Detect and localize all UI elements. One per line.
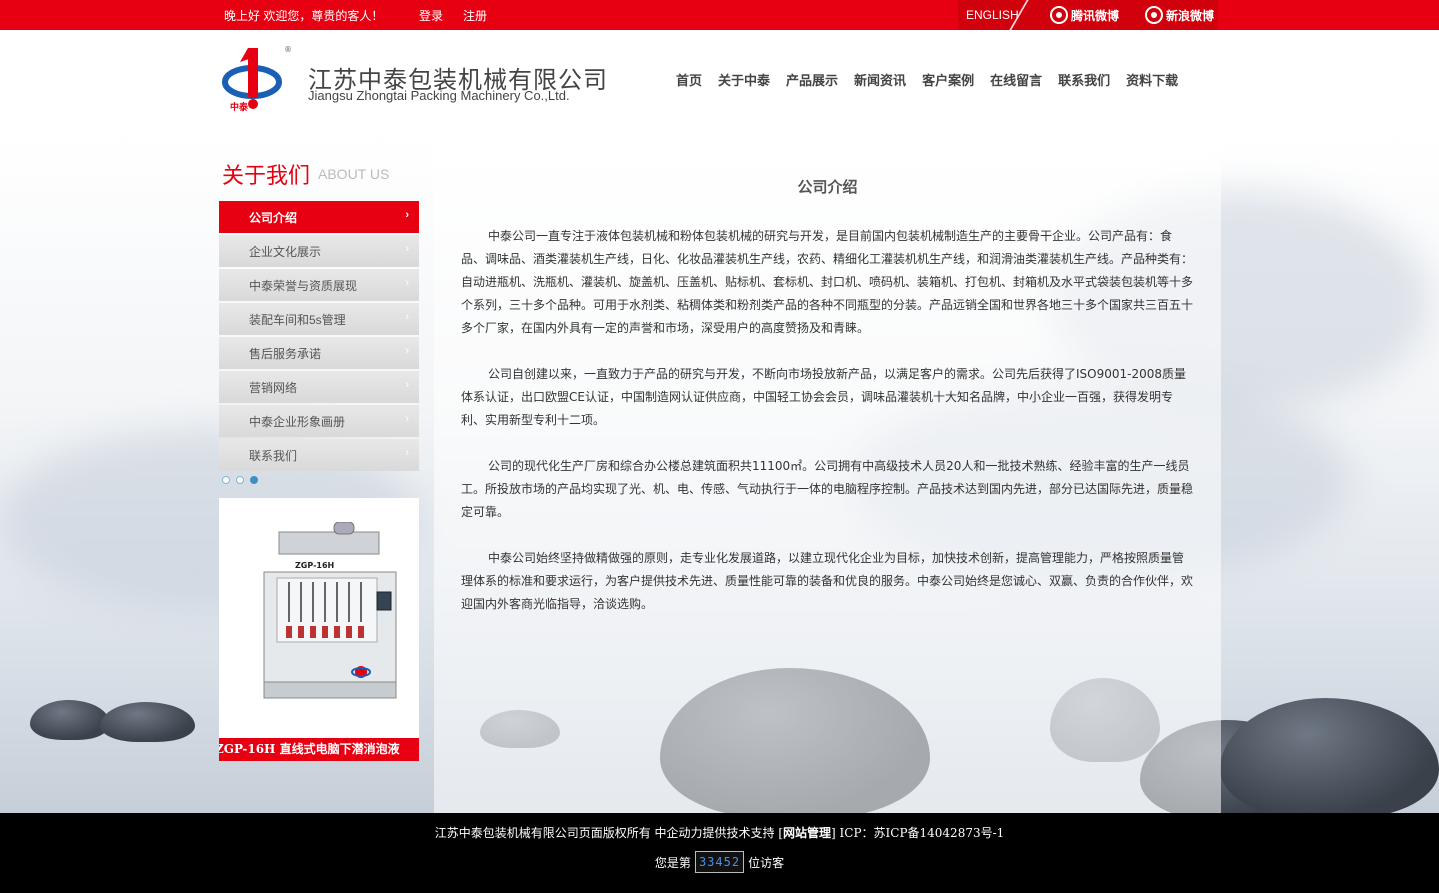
- copyright-line: 江苏中泰包装机械有限公司页面版权所有 中企动力提供技术支持 [网站管理] ICP…: [0, 824, 1439, 841]
- article-paragraph: 中泰公司一直专注于液体包装机械和粉体包装机械的研究与开发，是目前国内包装机械制造…: [461, 229, 1193, 335]
- sidebar-menu: 公司介绍 › 企业文化展示 › 中泰荣誉与资质展现 › 装配车间和5s管理 › 售后服务…: [219, 201, 419, 473]
- visitor-prefix: 您是第: [654, 855, 691, 870]
- sidebar-title-en: ABOUT US: [318, 166, 390, 182]
- carousel-dot[interactable]: [236, 476, 244, 484]
- sidebar-item-network[interactable]: 营销网络 ›: [219, 371, 419, 403]
- sidebar-item-label: 中泰荣誉与资质展现: [249, 278, 358, 293]
- nav-news[interactable]: 新闻资讯: [854, 70, 906, 89]
- sidebar-item-brochure[interactable]: 中泰企业形象画册 ›: [219, 405, 419, 437]
- svg-text:®: ®: [284, 45, 292, 54]
- nav-cases[interactable]: 客户案例: [922, 70, 974, 89]
- footer: 江苏中泰包装机械有限公司页面版权所有 中企动力提供技术支持 [网站管理] ICP…: [0, 813, 1439, 893]
- nav-contact[interactable]: 联系我们: [1058, 70, 1110, 89]
- chevron-right-icon: ›: [405, 277, 409, 289]
- copyright-suffix: ] ICP：苏ICP备14042873号-1: [831, 826, 1005, 840]
- sidebar-item-label: 售后服务承诺: [249, 346, 322, 361]
- english-link[interactable]: ENGLISH: [966, 8, 1019, 22]
- company-name-en: Jiangsu Zhongtai Packing Machinery Co.,L…: [308, 88, 570, 103]
- tencent-weibo-icon: [1050, 6, 1068, 24]
- sina-weibo-link[interactable]: 新浪微博: [1145, 6, 1214, 24]
- visitor-line: 您是第 33452 位访客: [0, 851, 1439, 873]
- product-caption[interactable]: ZGP-16H 直线式电脑下潜消泡液: [219, 738, 419, 761]
- sidebar-item-label: 联系我们: [249, 448, 298, 463]
- nav-downloads[interactable]: 资料下载: [1126, 70, 1178, 89]
- article-body: 中泰公司一直专注于液体包装机械和粉体包装机械的研究与开发，是目前国内包装机械制造…: [461, 225, 1193, 639]
- top-bar: 晚上好 欢迎您，尊贵的客人！ 登录 注册 ENGLISH 腾讯微博 新浪微博: [0, 0, 1439, 30]
- sina-weibo-icon: [1145, 6, 1163, 24]
- carousel-dot-active[interactable]: [250, 476, 258, 484]
- company-logo[interactable]: 中泰 ®: [222, 42, 294, 114]
- sidebar-item-after-sales[interactable]: 售后服务承诺 ›: [219, 337, 419, 369]
- chevron-right-icon: ›: [405, 243, 409, 255]
- sidebar-item-honors[interactable]: 中泰荣誉与资质展现 ›: [219, 269, 419, 301]
- sina-weibo-label: 新浪微博: [1166, 8, 1215, 23]
- article-paragraph: 中泰公司始终坚持做精做强的原则，走专业化发展道路，以建立现代化企业为目标，加快技…: [461, 551, 1193, 611]
- chevron-right-icon: ›: [405, 209, 409, 221]
- product-carousel[interactable]: ZGP-16H: [219, 498, 419, 738]
- sidebar-item-label: 企业文化展示: [249, 244, 322, 259]
- main-nav: 首页 关于中泰 产品展示 新闻资讯 客户案例 在线留言 联系我们 资料下载: [676, 70, 1178, 89]
- carousel-dot[interactable]: [222, 476, 230, 484]
- register-link[interactable]: 注册: [463, 7, 487, 24]
- article-paragraph: 公司的现代化生产厂房和综合办公楼总建筑面积共11100㎡。公司拥有中高级技术人员…: [461, 459, 1193, 519]
- sidebar-item-company-intro[interactable]: 公司介绍 ›: [219, 201, 419, 233]
- tencent-weibo-link[interactable]: 腾讯微博: [1050, 6, 1119, 24]
- greeting-text: 晚上好 欢迎您，尊贵的客人！: [224, 9, 384, 23]
- tencent-weibo-label: 腾讯微博: [1071, 8, 1120, 23]
- nav-home[interactable]: 首页: [676, 70, 702, 89]
- article-paragraph: 公司自创建以来，一直致力于产品的研究与开发，不断向市场投放新产品，以满足客户的需…: [461, 367, 1187, 427]
- sidebar-item-workshop[interactable]: 装配车间和5s管理 ›: [219, 303, 419, 335]
- machine-model-label: ZGP-16H: [295, 561, 334, 570]
- copyright-prefix: 江苏中泰包装机械有限公司页面版权所有 中企动力提供技术支持 [: [434, 826, 784, 840]
- sidebar-title: 关于我们: [222, 164, 311, 189]
- nav-about[interactable]: 关于中泰: [718, 70, 770, 89]
- chevron-right-icon: ›: [405, 311, 409, 323]
- login-link[interactable]: 登录: [419, 7, 443, 24]
- sidebar-item-label: 中泰企业形象画册: [249, 414, 346, 429]
- sidebar-item-culture[interactable]: 企业文化展示 ›: [219, 235, 419, 267]
- sidebar-item-label: 营销网络: [249, 380, 298, 395]
- admin-link[interactable]: 网站管理: [783, 826, 831, 840]
- nav-message[interactable]: 在线留言: [990, 70, 1042, 89]
- sidebar-item-label: 装配车间和5s管理: [249, 312, 346, 327]
- sidebar-item-label: 公司介绍: [249, 210, 298, 225]
- page-title: 公司介绍: [797, 179, 858, 196]
- chevron-right-icon: ›: [405, 447, 409, 459]
- logo-text: 中泰: [230, 101, 249, 113]
- filling-machine-image: ZGP-16H: [263, 522, 397, 699]
- nav-products[interactable]: 产品展示: [786, 70, 838, 89]
- chevron-right-icon: ›: [405, 345, 409, 357]
- carousel-dots: [222, 476, 258, 484]
- visitor-suffix: 位访客: [748, 855, 785, 870]
- chevron-right-icon: ›: [405, 379, 409, 391]
- sidebar-item-contact[interactable]: 联系我们 ›: [219, 439, 419, 471]
- chevron-right-icon: ›: [405, 413, 409, 425]
- visitor-counter: 33452: [694, 851, 745, 873]
